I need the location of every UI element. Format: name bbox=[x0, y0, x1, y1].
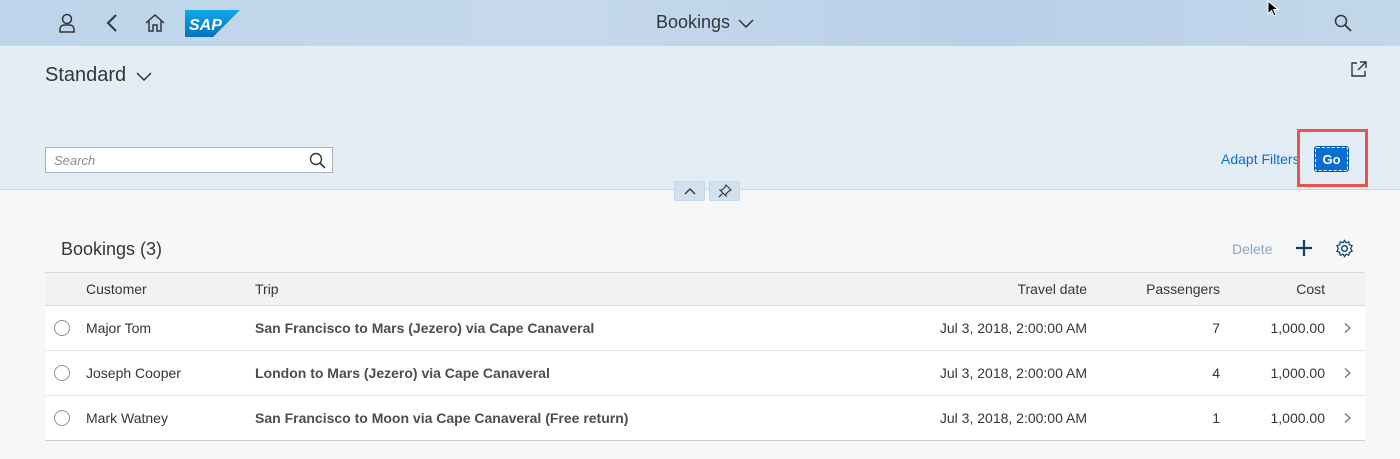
column-header-travel-date[interactable]: Travel date bbox=[1017, 281, 1087, 297]
row-select-radio[interactable] bbox=[54, 365, 70, 381]
user-icon[interactable] bbox=[52, 8, 82, 38]
table-row[interactable]: Major Tom San Francisco to Mars (Jezero)… bbox=[45, 306, 1365, 351]
row-select-radio[interactable] bbox=[54, 320, 70, 336]
travel-date-cell: Jul 3, 2018, 2:00:00 AM bbox=[939, 410, 1087, 426]
chevron-down-icon bbox=[738, 18, 754, 28]
passengers-cell: 4 bbox=[1212, 365, 1220, 381]
column-header-customer[interactable]: Customer bbox=[86, 281, 147, 297]
column-header-trip[interactable]: Trip bbox=[255, 281, 279, 297]
column-header-passengers[interactable]: Passengers bbox=[1146, 281, 1220, 297]
travel-date-cell: Jul 3, 2018, 2:00:00 AM bbox=[939, 365, 1087, 381]
add-icon[interactable] bbox=[1294, 238, 1314, 263]
table-row[interactable]: Joseph Cooper London to Mars (Jezero) vi… bbox=[45, 351, 1365, 396]
shell-bar: SAP Bookings bbox=[0, 0, 1400, 46]
column-header-cost[interactable]: Cost bbox=[1296, 281, 1325, 297]
gear-icon[interactable] bbox=[1335, 239, 1354, 263]
back-icon[interactable] bbox=[97, 8, 127, 38]
adapt-filters-button[interactable]: Adapt Filters bbox=[1221, 151, 1300, 167]
mouse-cursor-icon bbox=[1267, 0, 1280, 17]
customer-cell: Joseph Cooper bbox=[86, 365, 181, 381]
variant-label: Standard bbox=[45, 64, 127, 86]
search-icon[interactable] bbox=[1328, 8, 1358, 38]
chevron-right-icon[interactable] bbox=[1344, 323, 1351, 334]
trip-cell: San Francisco to Moon via Cape Canaveral… bbox=[255, 410, 629, 426]
collapse-header-button[interactable] bbox=[674, 181, 705, 201]
filter-header: Standard Adapt Filters bbox=[0, 46, 1400, 190]
go-button[interactable]: Go bbox=[1314, 146, 1349, 172]
chevron-right-icon[interactable] bbox=[1344, 368, 1351, 379]
chevron-up-icon bbox=[684, 188, 695, 195]
chevron-right-icon[interactable] bbox=[1344, 413, 1351, 424]
cost-cell: 1,000.00 bbox=[1270, 410, 1326, 426]
delete-button[interactable]: Delete bbox=[1232, 241, 1272, 257]
passengers-cell: 7 bbox=[1212, 320, 1220, 336]
share-icon[interactable] bbox=[1350, 60, 1368, 83]
customer-cell: Mark Watney bbox=[86, 410, 168, 426]
search-input[interactable] bbox=[46, 148, 296, 172]
home-icon[interactable] bbox=[140, 8, 170, 38]
row-select-radio[interactable] bbox=[54, 410, 70, 426]
sap-logo[interactable]: SAP bbox=[185, 10, 240, 37]
pin-icon bbox=[718, 184, 732, 198]
search-field[interactable] bbox=[45, 147, 333, 173]
pin-header-button[interactable] bbox=[709, 181, 740, 201]
table-header-row: Customer Trip Travel date Passengers Cos… bbox=[45, 272, 1365, 306]
app-title: Bookings bbox=[656, 12, 731, 32]
bookings-table: Customer Trip Travel date Passengers Cos… bbox=[45, 272, 1365, 441]
svg-text:SAP: SAP bbox=[189, 17, 222, 34]
cost-cell: 1,000.00 bbox=[1270, 365, 1326, 381]
trip-cell: San Francisco to Mars (Jezero) via Cape … bbox=[255, 320, 595, 336]
table-row[interactable]: Mark Watney San Francisco to Moon via Ca… bbox=[45, 396, 1365, 441]
search-icon[interactable] bbox=[309, 152, 326, 174]
chevron-down-icon bbox=[136, 71, 152, 81]
table-title: Bookings (3) bbox=[61, 239, 163, 259]
cost-cell: 1,000.00 bbox=[1270, 320, 1326, 336]
variant-selector[interactable]: Standard bbox=[45, 64, 152, 87]
customer-cell: Major Tom bbox=[86, 320, 152, 336]
trip-cell: London to Mars (Jezero) via Cape Canaver… bbox=[255, 365, 550, 381]
app-title-menu[interactable]: Bookings bbox=[656, 12, 754, 33]
passengers-cell: 1 bbox=[1212, 410, 1220, 426]
travel-date-cell: Jul 3, 2018, 2:00:00 AM bbox=[939, 320, 1087, 336]
